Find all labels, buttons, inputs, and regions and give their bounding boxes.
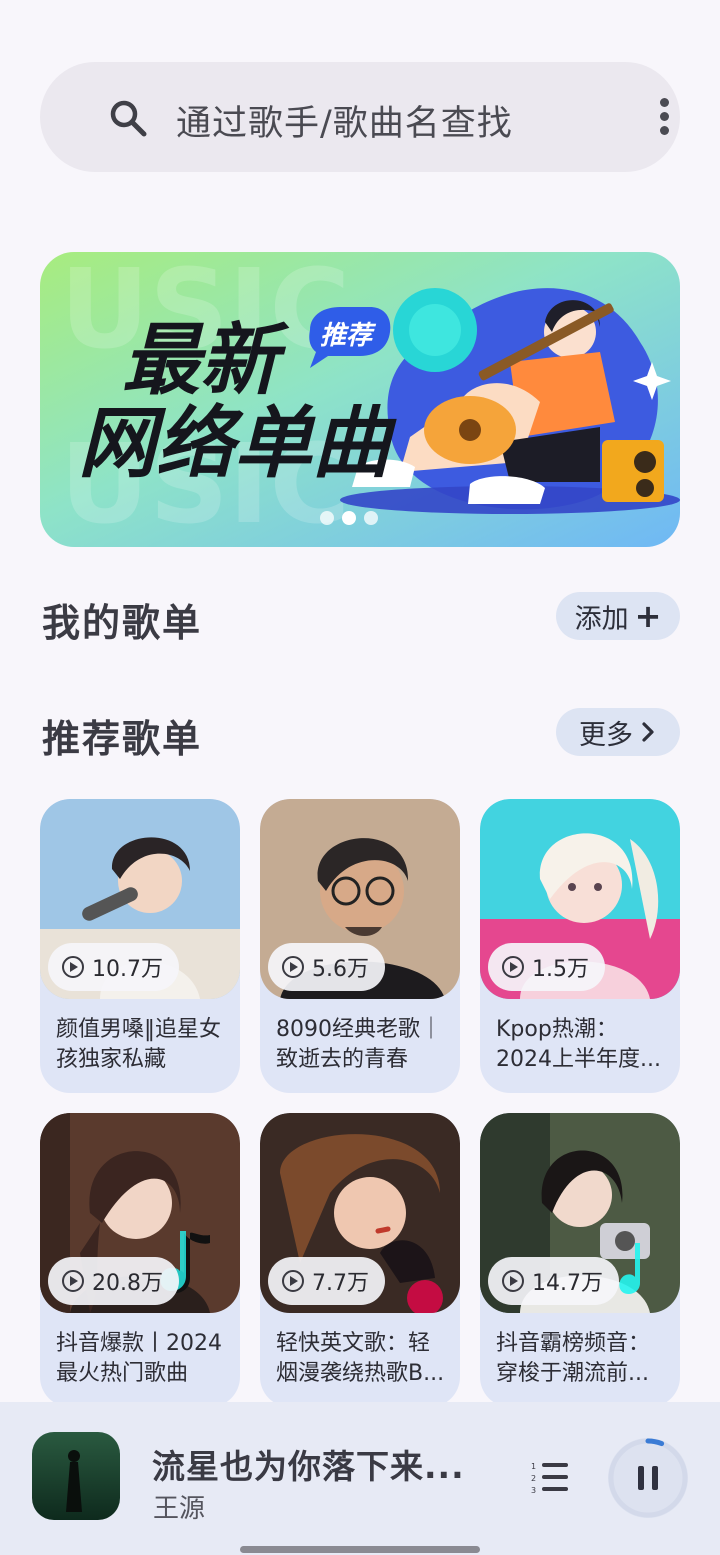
play-icon bbox=[502, 956, 524, 978]
play-count-text: 5.6万 bbox=[312, 957, 369, 982]
playlist-card[interactable]: 5.6万 8090经典老歌｜致逝去的青春 bbox=[260, 799, 460, 1093]
carousel-dot-active[interactable] bbox=[342, 511, 356, 525]
svg-text:3: 3 bbox=[531, 1486, 536, 1494]
play-count-text: 1.5万 bbox=[532, 957, 589, 982]
banner-line1: 最新 bbox=[122, 316, 290, 406]
svg-text:2: 2 bbox=[531, 1474, 536, 1483]
banner-badge: 推荐 bbox=[320, 321, 377, 351]
more-button-label: 更多 bbox=[579, 719, 633, 751]
playlist-title: 8090经典老歌｜致逝去的青春 bbox=[276, 1017, 442, 1072]
search-bar[interactable]: 通过歌手/歌曲名查找 bbox=[40, 62, 680, 172]
add-playlist-button[interactable]: 添加 + bbox=[556, 592, 680, 640]
play-count: 7.7万 bbox=[268, 1257, 385, 1305]
play-icon bbox=[502, 1270, 524, 1292]
now-playing-artist[interactable]: 王源 bbox=[153, 1488, 205, 1525]
search-icon bbox=[110, 100, 147, 137]
playlist-card[interactable]: 14.7万 抖音霸榜频音：穿梭于潮流前... bbox=[480, 1113, 680, 1407]
playlist-title: Kpop热潮：2024上半年度... bbox=[496, 1017, 661, 1072]
home-indicator[interactable] bbox=[240, 1546, 480, 1553]
now-playing-title[interactable]: 流星也为你落下来... bbox=[152, 1440, 465, 1488]
more-vertical-icon[interactable] bbox=[652, 94, 676, 140]
banner-line2: 网络单曲 bbox=[78, 399, 397, 489]
playlist-card[interactable]: 10.7万 颜值男嗓‖追星女孩独家私藏 bbox=[40, 799, 240, 1093]
playlist-card[interactable]: 7.7万 轻快英文歌：轻烟漫袭绕热歌B... bbox=[260, 1113, 460, 1407]
play-count: 1.5万 bbox=[488, 943, 605, 991]
playlist-title: 抖音霸榜频音：穿梭于潮流前... bbox=[496, 1331, 651, 1386]
carousel-dots bbox=[320, 511, 378, 525]
carousel-dot[interactable] bbox=[320, 511, 334, 525]
play-count-text: 20.8万 bbox=[92, 1271, 163, 1296]
my-playlists-title: 我的歌单 bbox=[42, 601, 203, 645]
play-count-text: 10.7万 bbox=[92, 957, 163, 982]
play-count: 20.8万 bbox=[48, 1257, 179, 1305]
playlist-title: 颜值男嗓‖追星女孩独家私藏 bbox=[56, 1017, 222, 1072]
pause-icon bbox=[638, 1466, 644, 1490]
album-art[interactable] bbox=[32, 1432, 120, 1520]
playlist-title: 抖音爆款丨2024最火热门歌曲 bbox=[56, 1331, 222, 1386]
playlist-card[interactable]: 1.5万 Kpop热潮：2024上半年度... bbox=[480, 799, 680, 1093]
recommended-title: 推荐歌单 bbox=[42, 717, 203, 761]
chevron-right-icon bbox=[642, 722, 654, 742]
playlist-card[interactable]: 20.8万 抖音爆款丨2024最火热门歌曲 bbox=[40, 1113, 240, 1407]
play-icon bbox=[282, 956, 304, 978]
play-icon bbox=[62, 956, 84, 978]
playlist-icon[interactable]: 1 2 3 bbox=[530, 1460, 570, 1494]
plus-icon: + bbox=[634, 597, 662, 635]
play-count: 5.6万 bbox=[268, 943, 385, 991]
add-button-label: 添加 bbox=[574, 603, 629, 635]
pause-button[interactable] bbox=[608, 1438, 688, 1518]
svg-text:1: 1 bbox=[531, 1462, 536, 1471]
play-count-text: 14.7万 bbox=[532, 1271, 603, 1296]
play-icon bbox=[282, 1270, 304, 1292]
mini-player[interactable]: 流星也为你落下来... 王源 1 2 3 bbox=[0, 1402, 720, 1555]
search-input[interactable]: 通过歌手/歌曲名查找 bbox=[176, 95, 513, 146]
promo-banner[interactable]: USIC USIC 最新 网络单曲 推荐 bbox=[40, 252, 680, 547]
play-count-text: 7.7万 bbox=[312, 1271, 369, 1296]
more-button[interactable]: 更多 bbox=[556, 708, 680, 756]
playback-progress bbox=[645, 1438, 665, 1447]
play-count: 14.7万 bbox=[488, 1257, 619, 1305]
playlist-title: 轻快英文歌：轻烟漫袭绕热歌B... bbox=[276, 1331, 445, 1386]
play-icon bbox=[62, 1270, 84, 1292]
carousel-dot[interactable] bbox=[364, 511, 378, 525]
play-count: 10.7万 bbox=[48, 943, 179, 991]
